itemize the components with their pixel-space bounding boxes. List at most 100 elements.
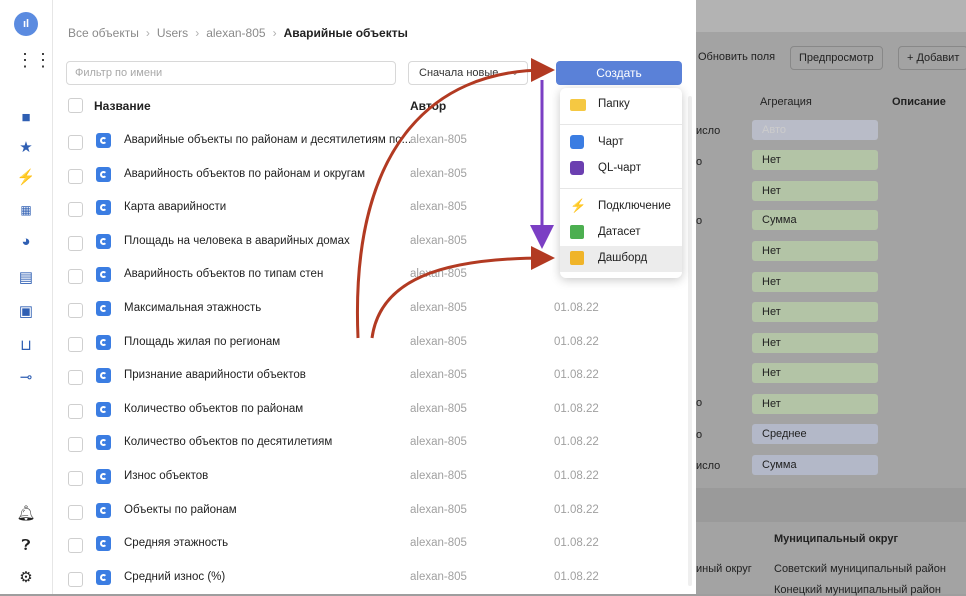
row-name[interactable]: Площадь жилая по регионам — [124, 336, 280, 348]
table-row[interactable]: Средняя этажность alexan-805 01.08.22 — [66, 528, 686, 561]
table-row[interactable]: Площадь жилая по регионам alexan-805 01.08… — [66, 327, 686, 360]
aggregation-select[interactable]: Авто — [752, 120, 878, 140]
aggregation-select[interactable]: Нет — [752, 333, 878, 353]
table-row[interactable]: Признание аварийности объектов alexan-805… — [66, 360, 686, 393]
row-name[interactable]: Количество объектов по районам — [124, 403, 303, 415]
lightning-icon[interactable]: ⚡ — [16, 168, 36, 188]
row-checkbox[interactable] — [68, 403, 83, 419]
sort-select[interactable]: Сначала новые ⌄ — [408, 61, 528, 85]
row-name[interactable]: Объекты по районам — [124, 504, 237, 516]
reports-icon[interactable]: ▣ — [16, 302, 36, 322]
row-checkbox[interactable] — [68, 504, 83, 520]
chart-icon — [96, 334, 111, 350]
menu-item-dataset[interactable]: Датасет — [560, 220, 682, 246]
dashboard-icon[interactable]: ▤ — [16, 268, 36, 288]
table-row[interactable]: Количество объектов по десятилетиям alexa… — [66, 427, 686, 460]
row-checkbox[interactable] — [68, 202, 83, 218]
aggregation-select[interactable]: Нет — [752, 241, 878, 261]
connections-icon[interactable]: ⊸ — [16, 368, 36, 388]
dataset-icon[interactable]: ▦ — [16, 200, 36, 220]
row-author: alexan-805 — [410, 537, 467, 550]
row-author: alexan-805 — [410, 402, 467, 415]
row-name[interactable]: Средняя этажность — [124, 537, 228, 549]
aggregation-select[interactable]: Нет — [752, 302, 878, 322]
row-author: alexan-805 — [410, 167, 467, 180]
star-icon[interactable]: ★ — [16, 138, 36, 158]
row-checkbox[interactable] — [68, 168, 83, 184]
row-name[interactable]: Аварийность объектов по районам и округа… — [124, 168, 365, 180]
menu-item-chart[interactable]: Чарт — [560, 130, 682, 156]
help-icon[interactable]: ❓︎ — [16, 536, 36, 556]
row-name[interactable]: Признание аварийности объектов — [124, 369, 306, 381]
select-all-checkbox[interactable] — [68, 98, 83, 113]
breadcrumb-item[interactable]: alexan-805 — [206, 26, 265, 40]
menu-item-connection[interactable]: ⚡ Подключение — [560, 194, 682, 220]
chart-icon — [96, 536, 111, 552]
row-checkbox[interactable] — [68, 336, 83, 352]
row-checkbox[interactable] — [68, 303, 83, 318]
row-name[interactable]: Аварийные объекты по районам и десятилет… — [124, 134, 411, 146]
row-name[interactable]: Максимальная этажность — [124, 302, 261, 314]
row-name[interactable]: Аварийность объектов по типам стен — [124, 268, 323, 280]
table-row[interactable]: Средний износ (%) alexan-805 01.08.22 — [66, 562, 686, 595]
row-checkbox[interactable] — [68, 135, 83, 150]
add-button[interactable]: + Добавит — [898, 46, 966, 70]
field-fragment: о — [696, 156, 703, 168]
row-name[interactable]: Износ объектов — [124, 470, 208, 482]
refresh-fields-button[interactable]: Обновить поля — [690, 46, 783, 70]
breadcrumb: Все объекты › Users › alexan-805 › Аварийные о… — [68, 26, 408, 40]
breadcrumb-item[interactable]: Users — [157, 26, 188, 40]
table-row[interactable]: Объекты по районам alexan-805 01.08.22 — [66, 495, 686, 528]
divider — [690, 488, 966, 522]
row-checkbox[interactable] — [68, 269, 83, 285]
scrollbar[interactable] — [688, 96, 692, 586]
row-checkbox[interactable] — [68, 538, 83, 554]
settings-icon[interactable]: ⚙ — [16, 568, 36, 588]
breadcrumb-item[interactable]: Все объекты — [68, 26, 139, 40]
background-header — [690, 0, 966, 32]
row-name[interactable]: Площадь на человека в аварийных домах — [124, 235, 350, 247]
marketplace-icon[interactable]: ⊔ — [16, 336, 36, 356]
row-name[interactable]: Количество объектов по десятилетиям — [124, 436, 332, 448]
row-checkbox[interactable] — [68, 571, 83, 587]
table-row[interactable]: Износ объектов alexan-805 01.08.22 — [66, 461, 686, 494]
table-row[interactable]: Количество объектов по районам alexan-805… — [66, 394, 686, 427]
preview-button[interactable]: Предпросмотр — [790, 46, 883, 70]
chart-icon — [570, 135, 584, 149]
create-button[interactable]: Создать — [556, 61, 682, 85]
create-dropdown-menu: Папку Чарт QL-чарт ⚡ Подключение Датасет… — [560, 88, 682, 278]
aggregation-select[interactable]: Нет — [752, 272, 878, 292]
folder-icon[interactable]: ■ — [16, 108, 36, 128]
menu-item-folder[interactable]: Папку — [560, 92, 682, 118]
menu-item-ql-chart[interactable]: QL-чарт — [560, 156, 682, 182]
row-checkbox[interactable] — [68, 370, 83, 386]
aggregation-select[interactable]: Среднее — [752, 424, 878, 444]
row-name[interactable]: Средний износ (%) — [124, 571, 225, 583]
menu-item-dashboard[interactable]: Дашборд — [560, 246, 682, 272]
row-author: alexan-805 — [410, 134, 467, 146]
field-fragment: о — [696, 429, 703, 441]
aggregation-select[interactable]: Нет — [752, 181, 878, 201]
row-checkbox[interactable] — [68, 471, 83, 486]
aggregation-select[interactable]: Сумма — [752, 210, 878, 230]
aggregation-select[interactable]: Нет — [752, 363, 878, 383]
apps-grid-icon[interactable]: ⋮⋮ — [16, 50, 52, 70]
table-row[interactable]: Максимальная этажность alexan-805 01.08.22 — [66, 293, 686, 326]
filter-input[interactable]: Фильтр по имени — [66, 61, 396, 85]
row-author: alexan-805 — [410, 369, 467, 382]
row-checkbox[interactable] — [68, 235, 83, 251]
dashboard-icon — [570, 251, 584, 265]
chart-icon — [96, 267, 111, 283]
chart-icon[interactable]: ◕ — [16, 232, 36, 252]
datalens-logo-icon[interactable]: ıl — [14, 12, 38, 36]
column-author-header[interactable]: Автор — [410, 99, 446, 113]
aggregation-select[interactable]: Нет — [752, 394, 878, 414]
dataset-icon — [570, 225, 584, 239]
column-name-header[interactable]: Название — [94, 99, 151, 113]
row-checkbox[interactable] — [68, 437, 83, 453]
breadcrumb-current: Аварийные объекты — [283, 26, 408, 40]
aggregation-select[interactable]: Нет — [752, 150, 878, 170]
row-name[interactable]: Карта аварийности — [124, 201, 226, 213]
notifications-icon[interactable]: 🔔︎ — [16, 504, 36, 524]
aggregation-select[interactable]: Сумма — [752, 455, 878, 475]
